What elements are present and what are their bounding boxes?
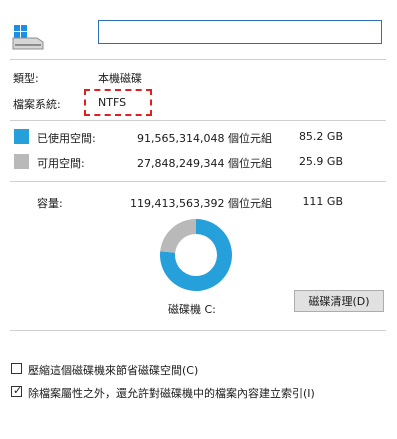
separator bbox=[10, 59, 386, 60]
used-space-label: 已使用空間: bbox=[37, 132, 96, 145]
drive-name-input[interactable] bbox=[98, 20, 382, 44]
drive-icon bbox=[12, 25, 44, 50]
compress-label: 壓縮這個磁碟機來節省磁碟空間(C) bbox=[28, 364, 199, 377]
capacity-size: 111 GB bbox=[302, 195, 343, 208]
capacity-label: 容量: bbox=[37, 197, 63, 210]
free-space-swatch bbox=[14, 154, 29, 169]
checkmark-icon: ✓ bbox=[13, 384, 23, 397]
used-space-swatch bbox=[14, 129, 29, 144]
drive-letter-label: 磁碟機 C: bbox=[168, 303, 216, 316]
filesystem-highlight bbox=[84, 89, 152, 116]
free-space-label: 可用空間: bbox=[37, 157, 85, 170]
capacity-bytes: 119,413,563,392 個位元組 bbox=[130, 197, 272, 210]
type-label: 類型: bbox=[13, 72, 39, 85]
separator bbox=[10, 120, 386, 121]
compress-checkbox[interactable] bbox=[11, 363, 22, 374]
separator bbox=[10, 181, 386, 182]
type-value: 本機磁碟 bbox=[98, 72, 142, 85]
free-space-size: 25.9 GB bbox=[298, 155, 343, 168]
used-space-size: 85.2 GB bbox=[298, 130, 343, 143]
index-checkbox[interactable]: ✓ bbox=[11, 384, 23, 397]
donut-slice-free bbox=[160, 219, 196, 253]
usage-donut-chart bbox=[160, 219, 232, 291]
used-space-bytes: 91,565,314,048 個位元組 bbox=[137, 132, 272, 145]
filesystem-label: 檔案系統: bbox=[13, 98, 61, 111]
separator bbox=[10, 330, 386, 331]
index-label: 除檔案屬性之外，還允許對磁碟機中的檔案內容建立索引(I) bbox=[28, 387, 315, 400]
disk-cleanup-button[interactable]: 磁碟清理(D) bbox=[294, 290, 384, 312]
free-space-bytes: 27,848,249,344 個位元組 bbox=[137, 157, 272, 170]
